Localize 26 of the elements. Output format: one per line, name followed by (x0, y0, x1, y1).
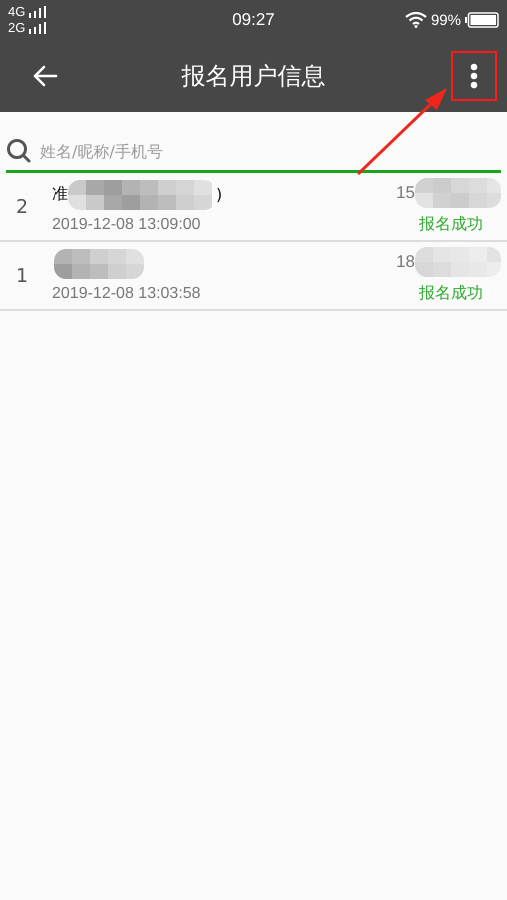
search-icon (6, 138, 32, 164)
wifi-icon (404, 12, 427, 28)
phone-number: 18 (396, 252, 415, 272)
signal-icon (28, 6, 46, 18)
row-number: 1 (16, 264, 30, 286)
registration-time: 2019-12-08 13:03:58 (52, 284, 201, 302)
clock: 09:27 (231, 10, 276, 30)
name-text: ) (216, 185, 222, 204)
search-field[interactable]: 姓名/昵称/手机号 (38, 140, 501, 162)
signal-icon (28, 22, 46, 34)
more-menu-button[interactable] (451, 51, 497, 101)
status-text: 报名成功 (419, 283, 483, 304)
row-number: 2 (16, 196, 30, 218)
back-arrow-icon (32, 65, 58, 87)
network-label: 2G (8, 20, 26, 36)
name-text: 准 (52, 184, 68, 205)
registration-time: 2019-12-08 13:09:00 (52, 216, 202, 234)
phone-number: 15 (396, 183, 415, 203)
status-text: 报名成功 (419, 214, 483, 235)
battery-icon (465, 12, 499, 28)
battery-percent: 99% (430, 12, 461, 28)
registrant-row[interactable]: 1 2019-12-08 13:03:58 18 报名成功 (0, 242, 507, 311)
more-icon (470, 63, 478, 89)
registrant-row[interactable]: 2 准 ) 2019-12-08 13:09:00 15 报名成功 (0, 173, 507, 242)
page-title: 报名用户信息 (180, 61, 326, 92)
network-label: 4G (8, 4, 26, 20)
